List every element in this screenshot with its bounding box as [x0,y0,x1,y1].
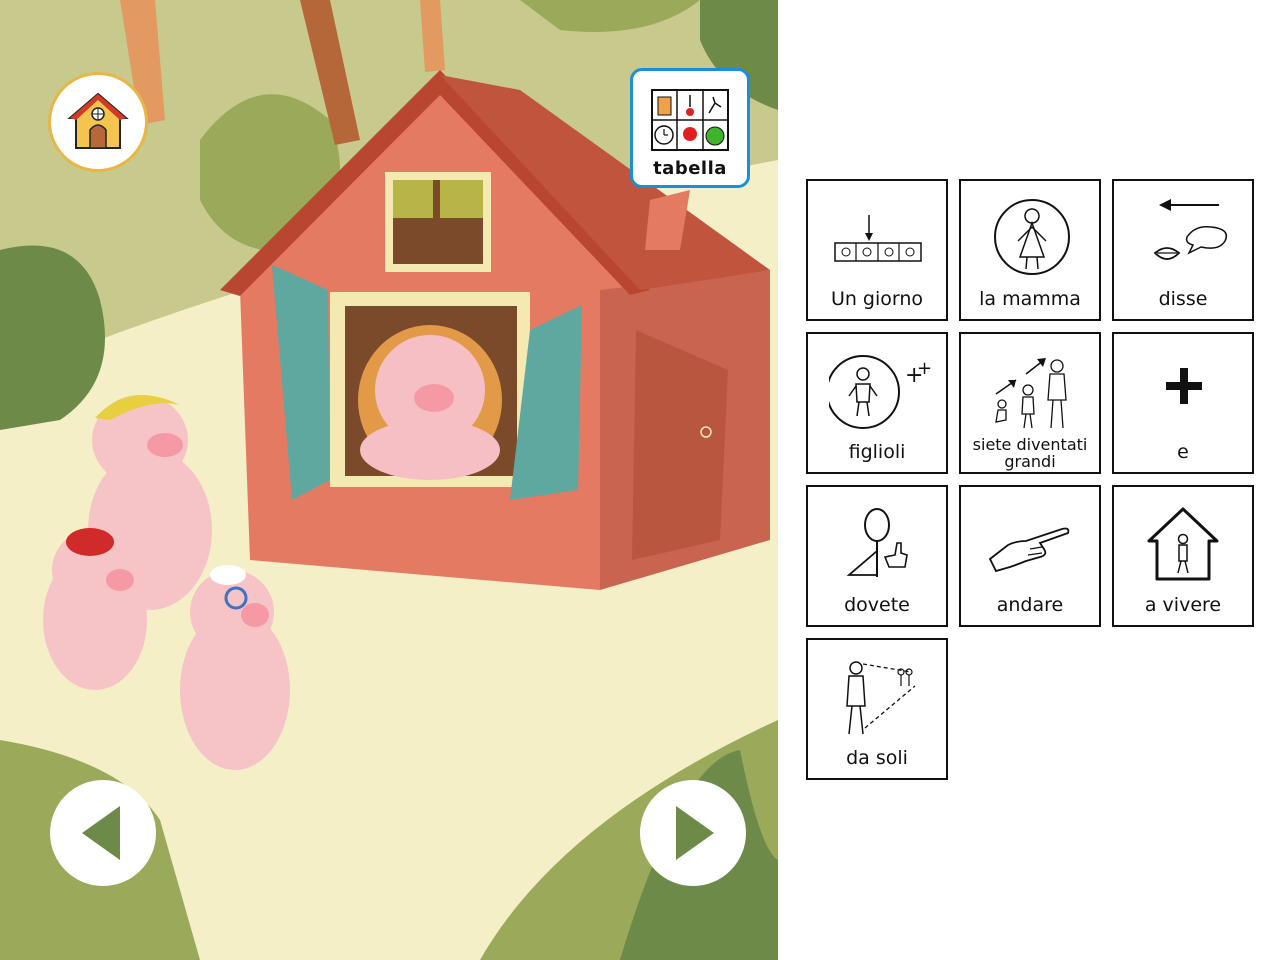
said-speech-icon [1153,199,1228,260]
arrow-left-icon [82,806,120,860]
mother-icon [994,199,1070,275]
home-button[interactable] [48,72,148,172]
card-dovete[interactable]: dovete [806,485,948,627]
card-label: Un giorno [830,288,924,310]
card-da-soli[interactable]: da soli [806,638,948,780]
tabella-label: tabella [653,158,727,179]
pointing-hand-icon [988,527,1070,573]
svg-text:+: + [917,358,932,379]
plus-icon [1166,368,1202,404]
card-label: disse [1158,288,1208,310]
live-in-house-icon [1147,507,1219,581]
grown-up-icon [995,358,1067,429]
alone-icon [846,661,916,735]
card-label: siete diventati grandi [972,435,1088,471]
card-e[interactable]: e [1112,332,1254,474]
story-illustration: tabella [0,0,778,960]
card-label: dovete [844,594,910,616]
previous-page-button[interactable] [50,780,156,886]
card-un-giorno[interactable]: Un giorno [806,179,948,321]
card-a-vivere[interactable]: a vivere [1112,485,1254,627]
children-icon: + + [829,355,932,429]
card-figlioli[interactable]: + + figlioli [806,332,948,474]
card-disse[interactable]: disse [1112,179,1254,321]
next-page-button[interactable] [640,780,746,886]
card-label: da soli [846,747,908,769]
card-siete-diventati-grandi[interactable]: siete diventati grandi [959,332,1101,474]
tabella-button[interactable]: tabella [630,68,750,188]
day-calendar-icon [834,215,922,262]
card-label: e [1177,441,1189,463]
card-label: figlioli [848,441,906,463]
card-label: andare [996,594,1064,616]
must-icon [846,508,908,577]
card-andare[interactable]: andare [959,485,1101,627]
card-label: la mamma [979,288,1081,310]
symbol-grid-icon [651,89,729,151]
card-la-mamma[interactable]: la mamma [959,179,1101,321]
arrow-right-icon [676,806,714,860]
house-icon [67,92,129,149]
card-label: a vivere [1144,594,1222,616]
